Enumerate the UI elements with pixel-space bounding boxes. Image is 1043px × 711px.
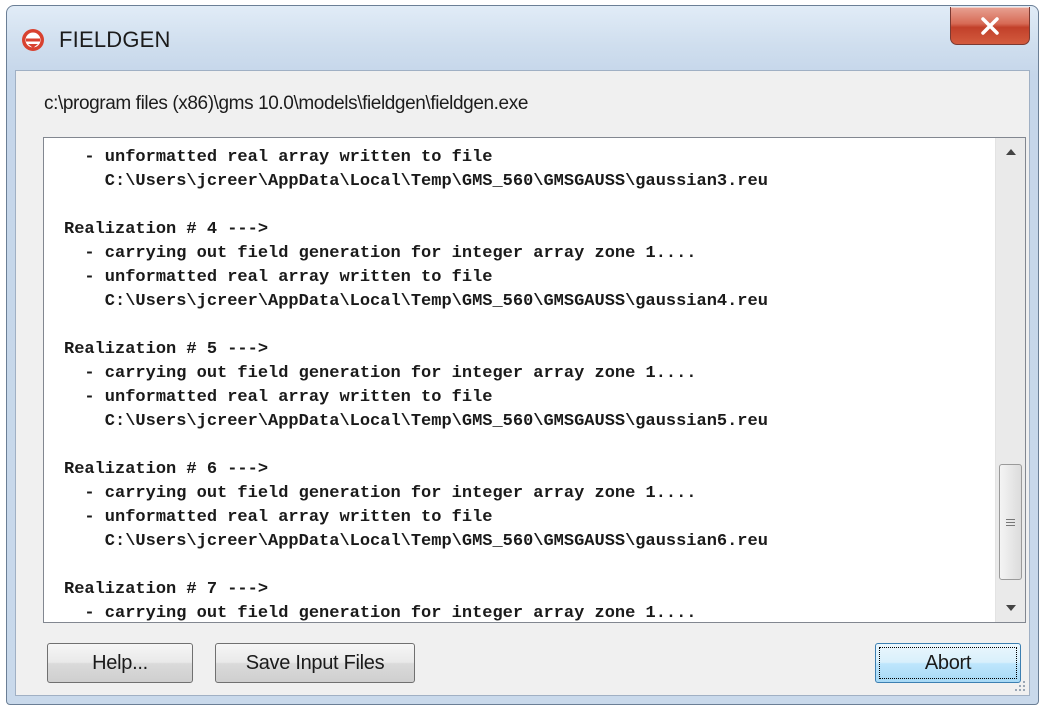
log-line: Realization # 6 ---> (64, 460, 269, 479)
close-icon (981, 16, 999, 35)
fieldgen-dialog: FIELDGEN c:\program files (x86)\gms 10.0… (6, 5, 1039, 705)
log-line: Realization # 4 ---> (64, 220, 269, 239)
close-button[interactable] (950, 7, 1030, 45)
save-input-files-button[interactable]: Save Input Files (215, 643, 415, 683)
abort-button[interactable]: Abort (875, 643, 1021, 683)
vertical-scrollbar[interactable] (995, 138, 1025, 622)
chevron-up-icon (1005, 149, 1016, 155)
scroll-down-button[interactable] (996, 594, 1025, 622)
output-text: - unformatted real array written to file… (64, 146, 985, 623)
log-line: - unformatted real array written to file (64, 508, 493, 527)
dialog-body: c:\program files (x86)\gms 10.0\models\f… (15, 70, 1030, 696)
scroll-up-button[interactable] (996, 138, 1025, 166)
log-line: C:\Users\jcreer\AppData\Local\Temp\GMS_5… (64, 532, 768, 551)
scroll-thumb[interactable] (999, 464, 1022, 580)
log-line: C:\Users\jcreer\AppData\Local\Temp\GMS_5… (64, 292, 768, 311)
log-line: Realization # 5 ---> (64, 340, 269, 359)
output-log[interactable]: - unformatted real array written to file… (43, 137, 1026, 623)
fieldgen-app-icon (22, 29, 44, 51)
executable-path: c:\program files (x86)\gms 10.0\models\f… (44, 93, 528, 114)
log-line: - carrying out field generation for inte… (64, 244, 697, 263)
log-line: - unformatted real array written to file (64, 148, 493, 167)
log-line: C:\Users\jcreer\AppData\Local\Temp\GMS_5… (64, 172, 768, 191)
log-line: Realization # 7 ---> (64, 580, 269, 599)
resize-grip-icon[interactable] (1012, 678, 1026, 692)
log-line: - unformatted real array written to file (64, 268, 493, 287)
log-line: - unformatted real array written to file (64, 388, 493, 407)
focus-rectangle (879, 647, 1017, 679)
log-line: - carrying out field generation for inte… (64, 484, 697, 503)
title-bar[interactable]: FIELDGEN (7, 6, 1038, 70)
log-line: - carrying out field generation for inte… (64, 604, 697, 623)
window-title: FIELDGEN (59, 27, 171, 52)
help-button[interactable]: Help... (47, 643, 193, 683)
chevron-down-icon (1005, 605, 1016, 611)
grip-icon (1006, 518, 1015, 526)
log-line: C:\Users\jcreer\AppData\Local\Temp\GMS_5… (64, 412, 768, 431)
log-line: - carrying out field generation for inte… (64, 364, 697, 383)
